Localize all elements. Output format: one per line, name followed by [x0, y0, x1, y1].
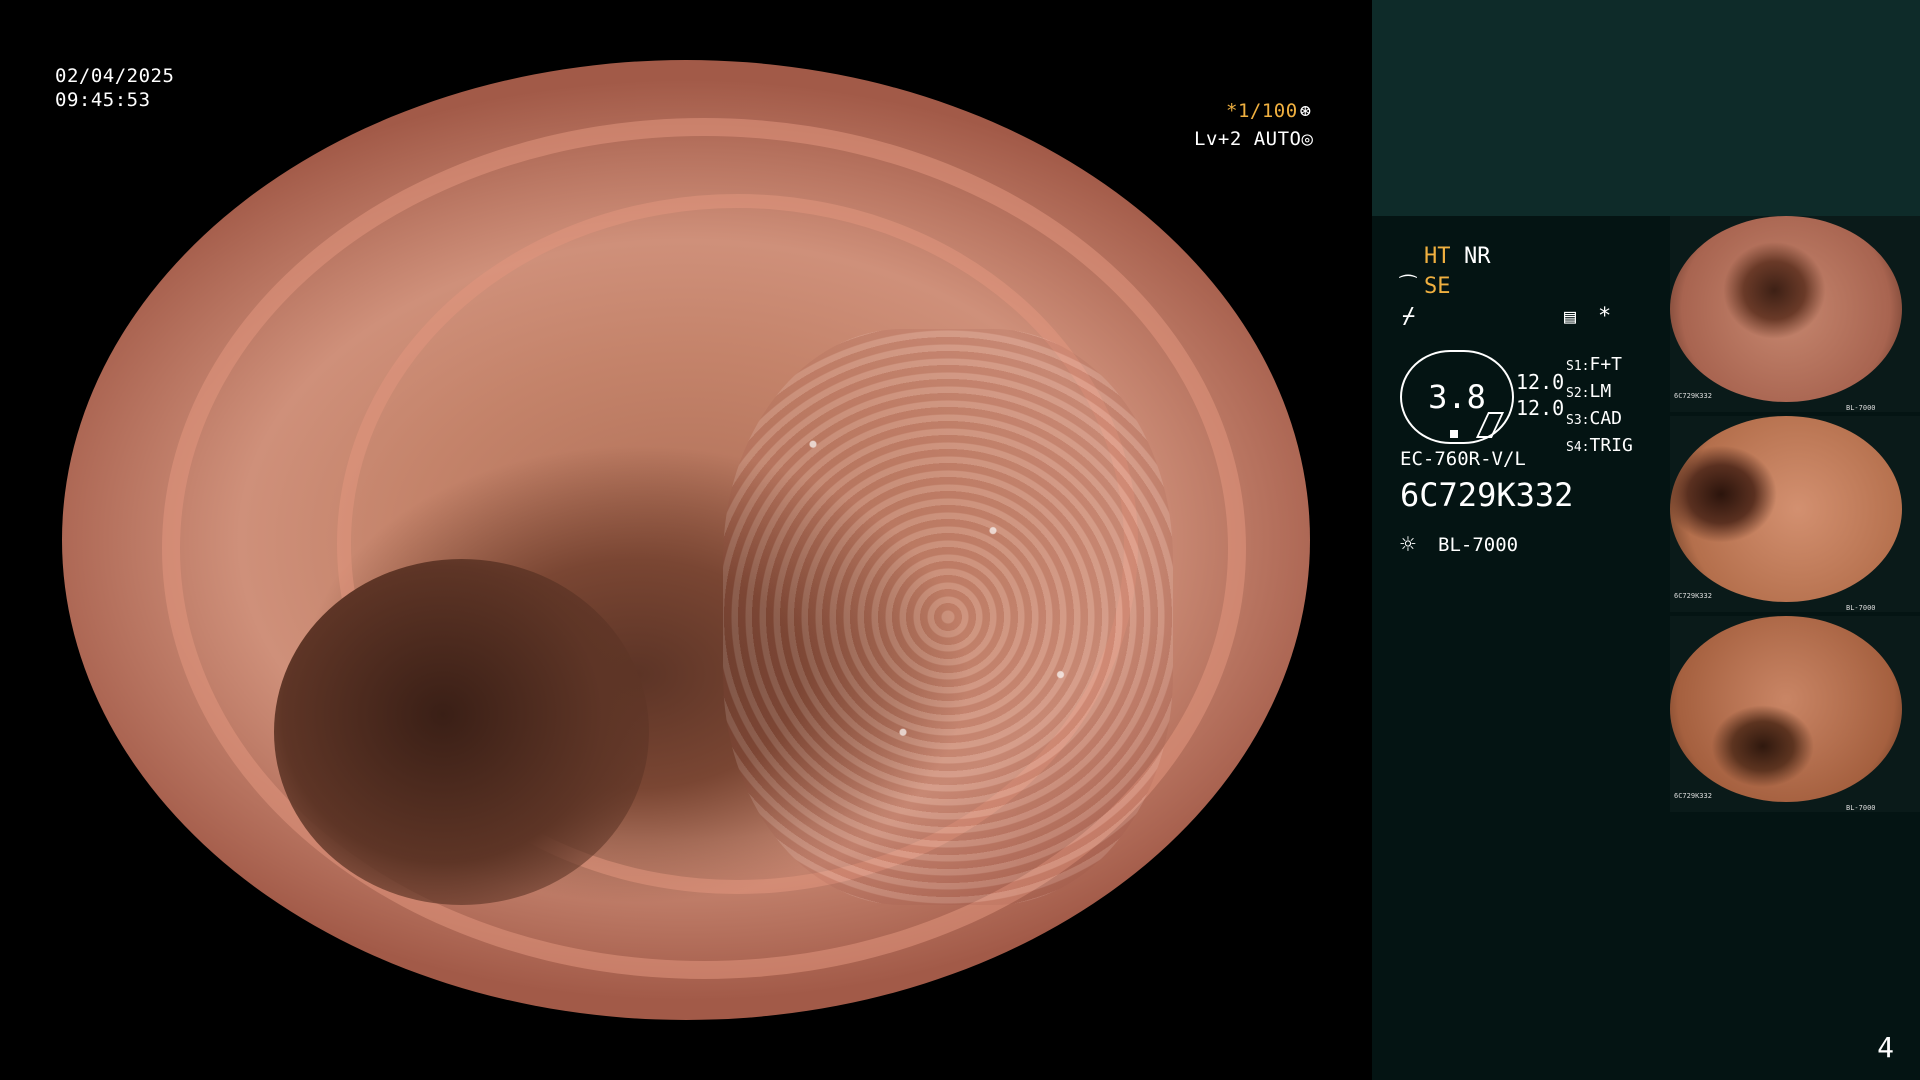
datetime: 02/04/2025 09:45:53 — [55, 64, 174, 112]
auto-icon: ◎ — [1301, 128, 1314, 150]
shutter-readout: *1/100 ⊛ — [1226, 99, 1312, 123]
thumbnail[interactable]: 6C729K332 BL-7000 — [1670, 216, 1920, 412]
switch-s4: S4:TRIG — [1566, 435, 1633, 456]
lumen — [274, 559, 649, 905]
endoscope-view: 02/04/2025 09:45:53 *1/100 ⊛ Lv+2 AUTO◎ — [0, 0, 1372, 1080]
level-text: Lv+2 AUTO — [1194, 128, 1302, 150]
light-icon: ☼ — [1400, 530, 1416, 560]
thumbnail-footer: BL-7000 — [1846, 804, 1876, 812]
thumbnail[interactable]: 6C729K332 BL-7000 — [1670, 616, 1920, 812]
se-label: SE — [1424, 274, 1451, 299]
thumbnail-image — [1670, 416, 1902, 602]
endoscope-image — [62, 60, 1310, 1020]
thumbnail[interactable]: 6C729K332 BL-7000 — [1670, 416, 1920, 612]
thumbnail-footer: BL-7000 — [1846, 604, 1876, 612]
shutter-icon: ⊛ — [1299, 100, 1312, 122]
time-text: 09:45:53 — [55, 89, 151, 111]
date-text: 02/04/2025 — [55, 65, 175, 87]
switch-s3: S3:CAD — [1566, 408, 1622, 429]
gauge-value: 3.8 — [1428, 378, 1486, 416]
page-number: 4 — [1877, 1031, 1894, 1064]
thumbnail-image — [1670, 616, 1902, 802]
gauge-mark — [1450, 430, 1458, 438]
panel-header-area — [1372, 0, 1920, 216]
se-icon: ⁀ — [1400, 274, 1417, 298]
shutter-text: *1/100 — [1226, 100, 1298, 122]
light-source: BL-7000 — [1438, 534, 1519, 556]
switch-list: S1:F+T S2:LM S3:CAD S4:TRIG — [1566, 352, 1633, 460]
mode-icon: ⌿ — [1402, 304, 1416, 329]
gauge-right-2: 12.0 — [1516, 396, 1565, 420]
ht-label: HT — [1424, 244, 1451, 269]
star-label: * — [1598, 304, 1612, 329]
nr-label: NR — [1464, 244, 1491, 269]
thumbnail-caption: 6C729K332 — [1674, 592, 1712, 600]
switch-s1: S1:F+T — [1566, 354, 1622, 375]
gauge: 3.8 — [1400, 350, 1514, 444]
thumbnail-caption: 6C729K332 — [1674, 392, 1712, 400]
switch-s2: S2:LM — [1566, 381, 1612, 402]
memo-icon: ▤ — [1564, 304, 1577, 328]
level-readout: Lv+2 AUTO◎ — [1194, 127, 1313, 151]
gauge-right-1: 12.0 — [1516, 370, 1565, 394]
thumbnail-caption: 6C729K332 — [1674, 792, 1712, 800]
scope-serial: 6C729K332 — [1400, 476, 1574, 514]
device-info: HT NR ⁀ SE ⌿ ▤ * 3.8 12.0 12.0 S1:F+T S2… — [1372, 216, 1670, 1080]
scope-model: EC-760R-V/L — [1400, 448, 1526, 470]
status-panel: HT NR ⁀ SE ⌿ ▤ * 3.8 12.0 12.0 S1:F+T S2… — [1372, 0, 1920, 1080]
thumbnail-footer: BL-7000 — [1846, 404, 1876, 412]
thumbnail-image — [1670, 216, 1902, 402]
bubbles-area — [723, 328, 1173, 905]
